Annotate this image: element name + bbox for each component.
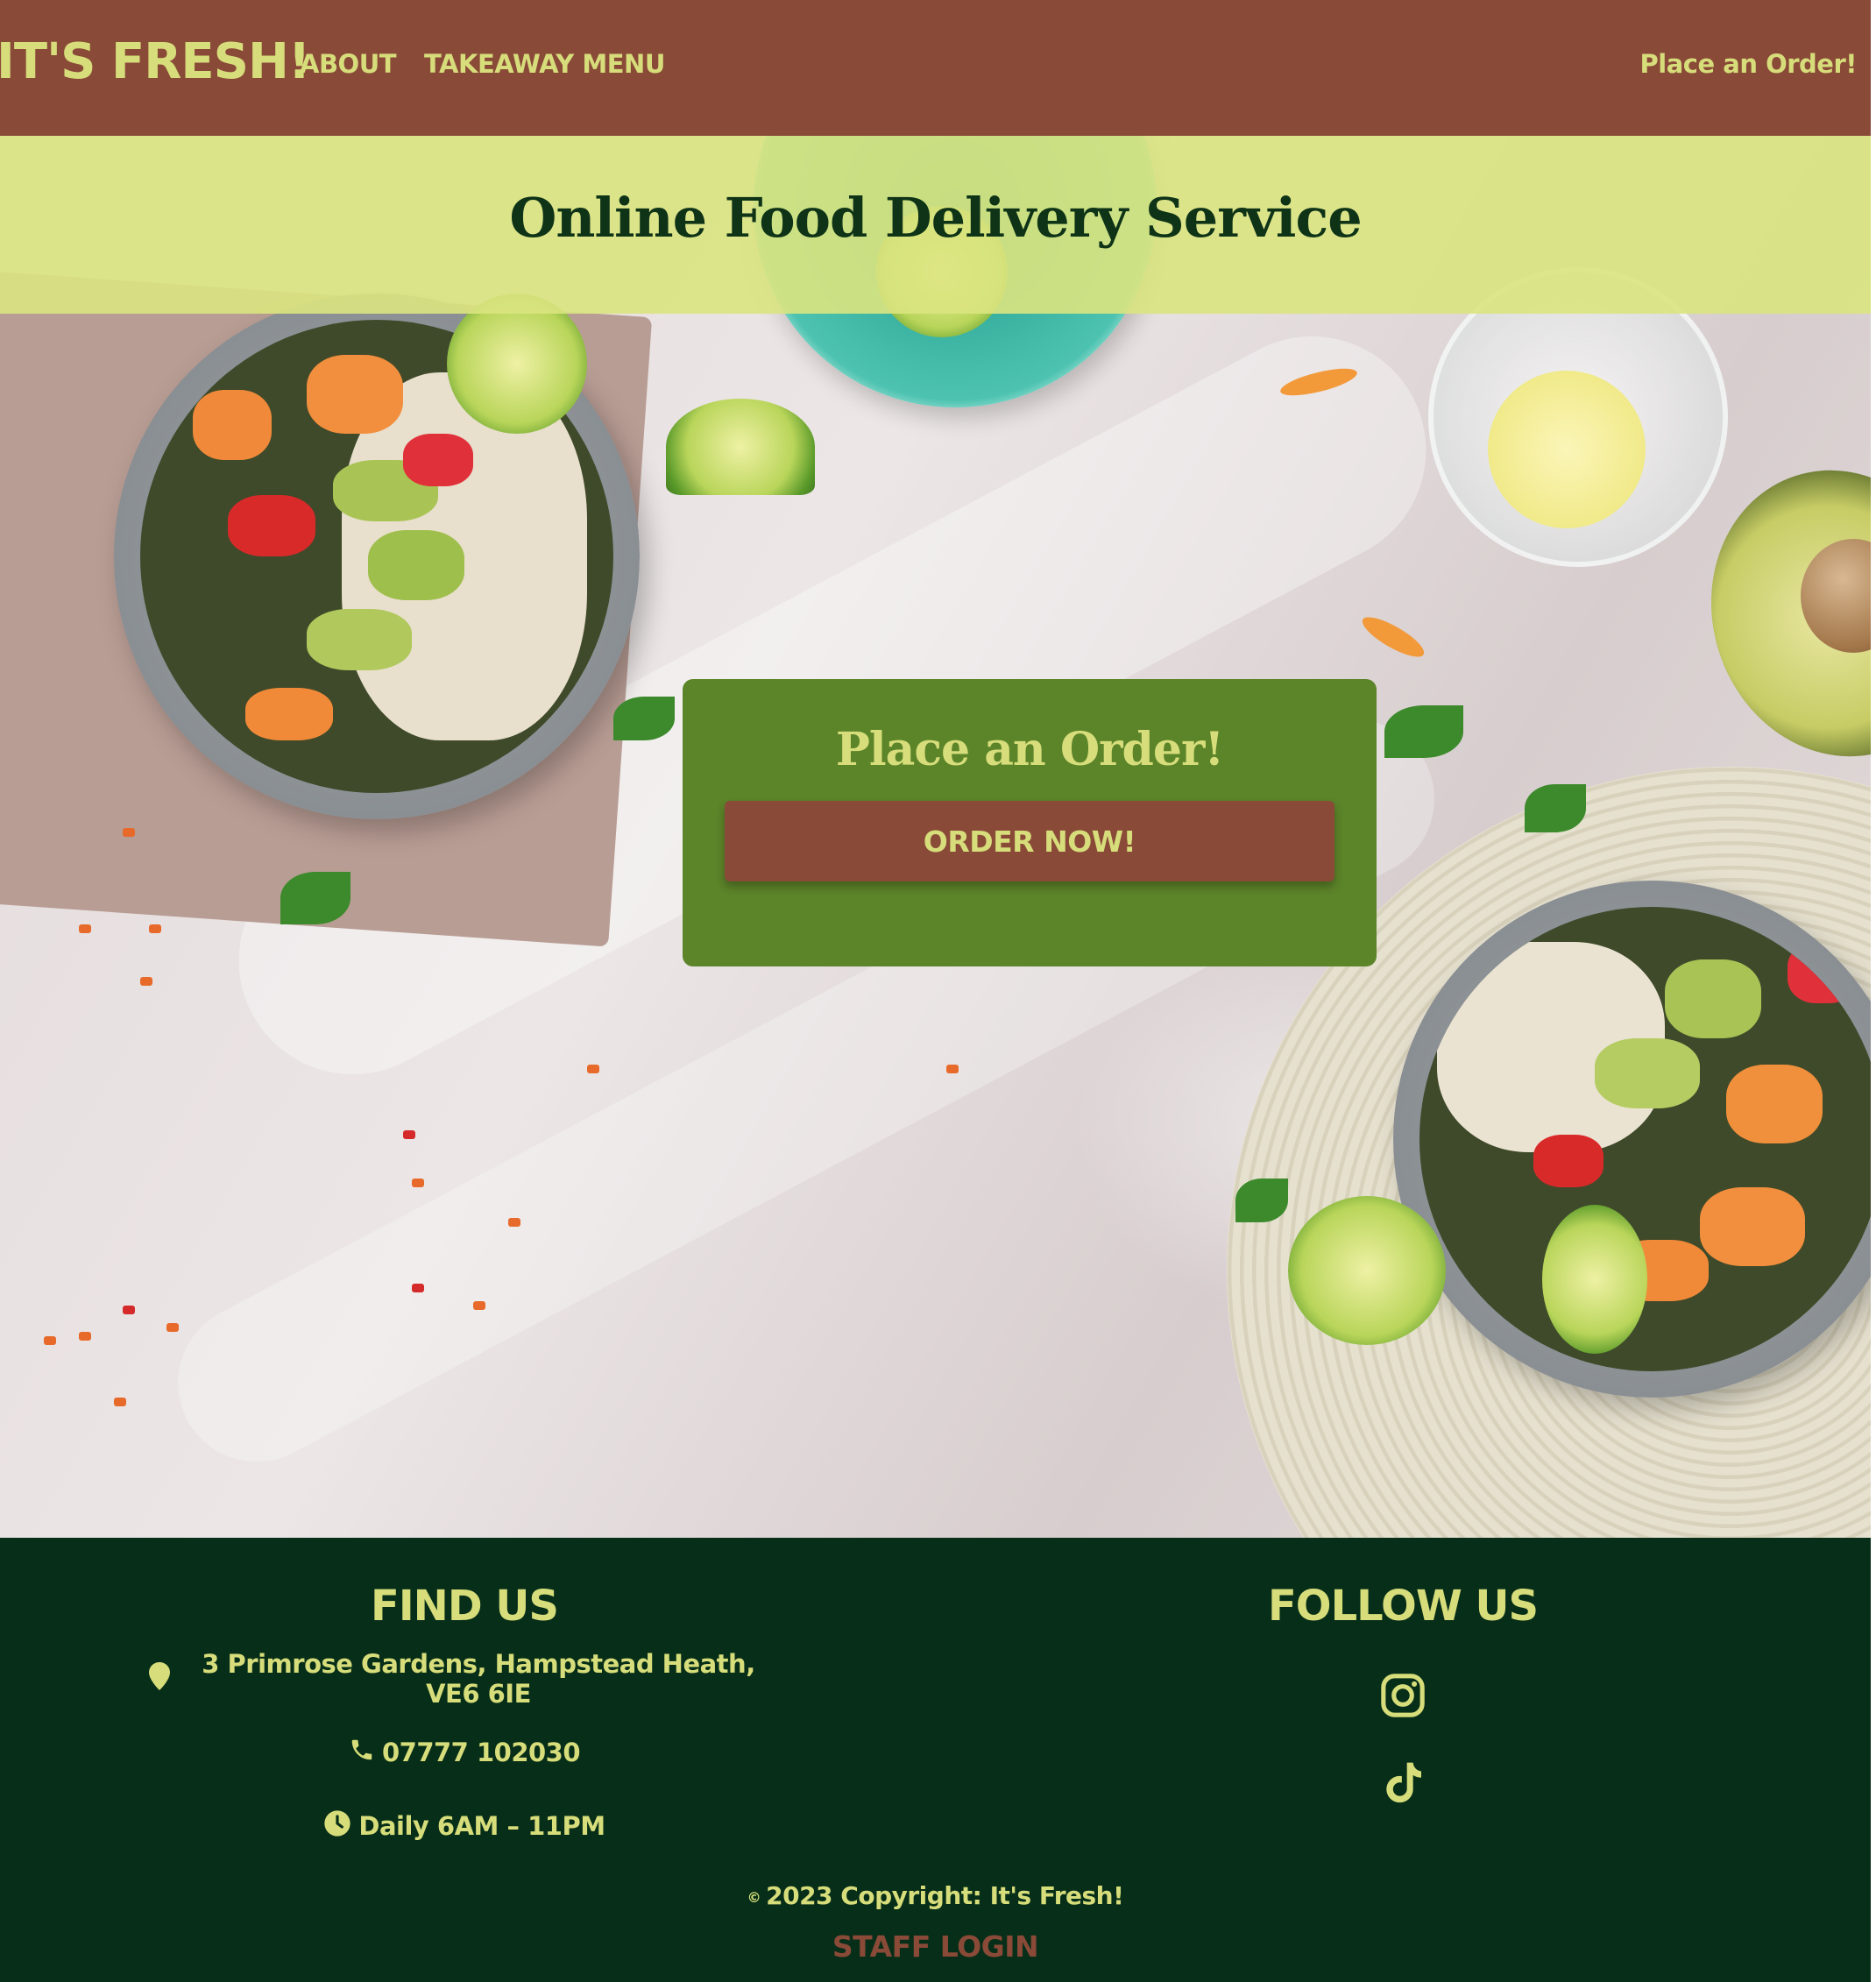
order-card: Place an Order! ORDER NOW! bbox=[683, 679, 1377, 966]
copyright-text: 2023 Copyright: It's Fresh! bbox=[766, 1881, 1124, 1910]
title-band: Online Food Delivery Service bbox=[0, 136, 1871, 314]
follow-us-heading: FOLLOW US bbox=[1267, 1582, 1539, 1631]
order-now-button[interactable]: ORDER NOW! bbox=[725, 801, 1334, 881]
page-title: Online Food Delivery Service bbox=[509, 186, 1362, 250]
address-line: 3 Primrose Gardens, Hampstead Heath, VE6… bbox=[149, 1649, 780, 1709]
staff-login-link[interactable]: STAFF LOGIN bbox=[0, 1929, 1871, 1964]
page-edge bbox=[1871, 0, 1876, 1982]
copyright: © 2023 Copyright: It's Fresh! bbox=[0, 1881, 1871, 1910]
find-us-heading: FIND US bbox=[371, 1582, 559, 1631]
brand-logo[interactable]: IT'S FRESH! bbox=[0, 33, 310, 90]
instagram-icon[interactable] bbox=[1378, 1669, 1427, 1722]
tiktok-icon[interactable] bbox=[1378, 1757, 1427, 1809]
order-card-title: Place an Order! bbox=[835, 723, 1224, 776]
hours-text: Daily 6AM – 11PM bbox=[358, 1811, 605, 1841]
location-pin-icon bbox=[149, 1661, 170, 1696]
hours-line: Daily 6AM – 11PM bbox=[149, 1802, 780, 1850]
follow-us-section: FOLLOW US bbox=[1087, 1582, 1718, 1844]
address-text: 3 Primrose Gardens, Hampstead Heath, VE6… bbox=[202, 1649, 755, 1709]
navbar: IT'S FRESH! ABOUT TAKEAWAY MENU Place an… bbox=[0, 0, 1871, 136]
nav-link-takeaway-menu[interactable]: TAKEAWAY MENU bbox=[424, 49, 665, 79]
phone-text: 07777 102030 bbox=[381, 1738, 581, 1767]
nav-link-place-order[interactable]: Place an Order! bbox=[1640, 49, 1858, 79]
phone-line: 07777 102030 bbox=[149, 1729, 780, 1776]
copyright-symbol: © bbox=[747, 1888, 761, 1906]
clock-icon bbox=[323, 1809, 351, 1844]
nav-links: ABOUT TAKEAWAY MENU bbox=[300, 49, 665, 79]
find-us-section: FIND US 3 Primrose Gardens, Hampstead He… bbox=[149, 1582, 780, 1876]
footer: FIND US 3 Primrose Gardens, Hampstead He… bbox=[0, 1538, 1871, 1982]
phone-icon bbox=[349, 1737, 375, 1769]
nav-link-about[interactable]: ABOUT bbox=[300, 49, 397, 79]
